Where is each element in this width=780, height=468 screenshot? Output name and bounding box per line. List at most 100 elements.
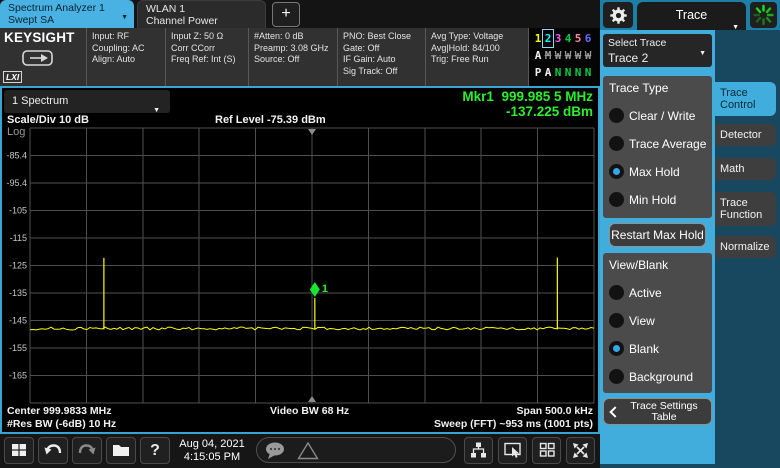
setting-line: Corr CCorr (171, 43, 248, 55)
undo-button[interactable] (38, 437, 68, 464)
legend-cell: W (553, 47, 563, 64)
alert-triangle-icon[interactable] (297, 441, 319, 461)
legend-cell: N (573, 64, 583, 81)
softkey-tab-column: Trace Control Detector Math Trace Function N… (715, 30, 780, 258)
clock[interactable]: Aug 04, 2021 4:15:05 PM (172, 438, 252, 464)
chevron-down-icon (121, 6, 128, 24)
instrument-screen: Spectrum Analyzer 1 Swept SA WLAN 1 Chan… (0, 0, 780, 468)
redo-icon (78, 442, 96, 458)
fullscreen-button[interactable] (566, 437, 595, 464)
settings-button[interactable] (603, 2, 633, 28)
trace-legend: 123456AMWWWWPANNNN (528, 28, 600, 86)
tab-subtitle: Swept SA (8, 14, 126, 26)
radio-label: Blank (629, 342, 659, 356)
restart-max-hold-button[interactable]: Restart Max Hold (609, 223, 706, 247)
view-selector-label: 1 Spectrum (12, 95, 68, 107)
setting-line: IF Gain: Auto (343, 54, 425, 66)
trace-type-option-min-hold[interactable]: Min Hold (609, 192, 706, 207)
windows-logo-icon (11, 442, 27, 458)
view-blank-option-view[interactable]: View (609, 313, 706, 328)
legend-cell: A (543, 64, 553, 81)
redo-button[interactable] (72, 437, 102, 464)
legend-cell: 6 (583, 30, 593, 47)
help-button[interactable]: ? (140, 437, 170, 464)
message-bubble-icon[interactable] (264, 441, 290, 461)
radio-label: Min Hold (629, 193, 676, 207)
radio-label: View (629, 314, 655, 328)
y-axis-tick-label: -155 (9, 343, 27, 353)
legend-cell: N (583, 64, 593, 81)
button-label-line2: Table (651, 411, 676, 423)
group-title: Trace Type (609, 81, 706, 95)
softkey-panel: Trace (600, 0, 780, 468)
lxi-badge: LXI (3, 71, 22, 83)
settings-column-5: Avg Type: VoltageAvg|Hold: 84/100Trig: F… (425, 28, 528, 86)
radio-label: Background (629, 370, 693, 384)
tab-wlan-channel-power[interactable]: WLAN 1 Channel Power (137, 0, 266, 28)
softkey-tab-math[interactable]: Math (715, 158, 776, 180)
radio-label: Trace Average (629, 137, 706, 151)
file-button[interactable] (106, 437, 136, 464)
setting-line: Preamp: 3.08 GHz (254, 43, 337, 55)
date-text: Aug 04, 2021 (172, 438, 252, 451)
y-axis-tick-label: -125 (9, 261, 27, 271)
radio-selected-icon (609, 164, 624, 179)
softkey-tab-trace-function[interactable]: Trace Function (715, 192, 776, 226)
radio-label: Active (629, 286, 662, 300)
ref-level-label: Ref Level -75.39 dBm (215, 114, 326, 126)
setting-line: Input: RF (92, 31, 165, 43)
softkey-tab-trace-control[interactable]: Trace Control (715, 82, 776, 116)
view-blank-option-background[interactable]: Background (609, 369, 706, 384)
softkey-tab-detector[interactable]: Detector (715, 124, 776, 146)
settings-column-3: #Atten: 0 dBPreamp: 3.08 GHzSource: Off (248, 28, 337, 86)
view-blank-option-active[interactable]: Active (609, 285, 706, 300)
setting-line: Coupling: AC (92, 43, 165, 55)
select-trace-label: Select Trace (608, 37, 707, 49)
chevron-down-icon (699, 42, 706, 60)
y-axis-tick-label: -95.4 (6, 178, 27, 188)
y-axis-tick-label: -85.4 (6, 151, 27, 161)
setting-line: Gate: Off (343, 43, 425, 55)
legend-cell: P (533, 64, 543, 81)
setting-line: Source: Off (254, 54, 337, 66)
radio-unselected-icon (609, 136, 624, 151)
legend-cell: W (573, 47, 583, 64)
radio-unselected-icon (609, 285, 624, 300)
trace-type-option-clear-write[interactable]: Clear / Write (609, 108, 706, 123)
spectrum-plot: -85.4-95.4-105-115-125-135-145-155-1651 (2, 88, 598, 432)
center-frequency-annotation: Center 999.9833 MHz (7, 405, 111, 417)
radio-label: Max Hold (629, 165, 680, 179)
chevron-down-icon (153, 98, 160, 121)
select-trace-dropdown[interactable]: Select Trace Trace 2 (603, 34, 712, 67)
softkey-tab-normalize[interactable]: Normalize (715, 236, 776, 258)
center-freq-marker-bottom (308, 396, 316, 402)
tab-spectrum-analyzer[interactable]: Spectrum Analyzer 1 Swept SA (0, 0, 134, 28)
view-selector-dropdown[interactable]: 1 Spectrum (4, 90, 170, 113)
taskbar: ? Aug 04, 2021 4:15:05 PM (0, 434, 600, 468)
touch-select-screen-button[interactable] (498, 437, 527, 464)
spectrum-window: 1 Spectrum Mkr1 999.985 5 MHz -137.225 d… (0, 86, 600, 434)
view-blank-option-blank[interactable]: Blank (609, 341, 706, 356)
window-arrange-button[interactable] (532, 437, 561, 464)
status-message-tray (256, 437, 456, 463)
softkey-panel-header: Trace (600, 0, 780, 30)
scale-per-div-label: Scale/Div 10 dB (7, 114, 89, 126)
brand-block: KEYSIGHT LXI (0, 28, 86, 86)
sequence-view-button[interactable] (464, 437, 493, 464)
y-axis-tick-label: -165 (9, 371, 27, 381)
setting-line: #Atten: 0 dB (254, 31, 337, 43)
touch-screen-icon (504, 442, 522, 459)
marker-diamond[interactable] (310, 282, 320, 297)
measurement-tab-bar: Spectrum Analyzer 1 Swept SA WLAN 1 Chan… (0, 0, 600, 28)
measurement-settings-bar: KEYSIGHT LXI Input: RFCoupling: ACAlign:… (0, 28, 600, 86)
trace-type-option-max-hold[interactable]: Max Hold (609, 164, 706, 179)
undo-icon (44, 442, 62, 458)
trace-settings-table-button[interactable]: Trace Settings Table (603, 398, 712, 425)
menu-title-dropdown[interactable]: Trace (637, 2, 746, 30)
add-measurement-button[interactable]: + (272, 2, 300, 27)
windows-start-button[interactable] (4, 437, 34, 464)
marker-number-label: 1 (322, 283, 328, 295)
legend-cell: M (543, 47, 553, 64)
radio-unselected-icon (609, 192, 624, 207)
trace-type-option-trace-average[interactable]: Trace Average (609, 136, 706, 151)
